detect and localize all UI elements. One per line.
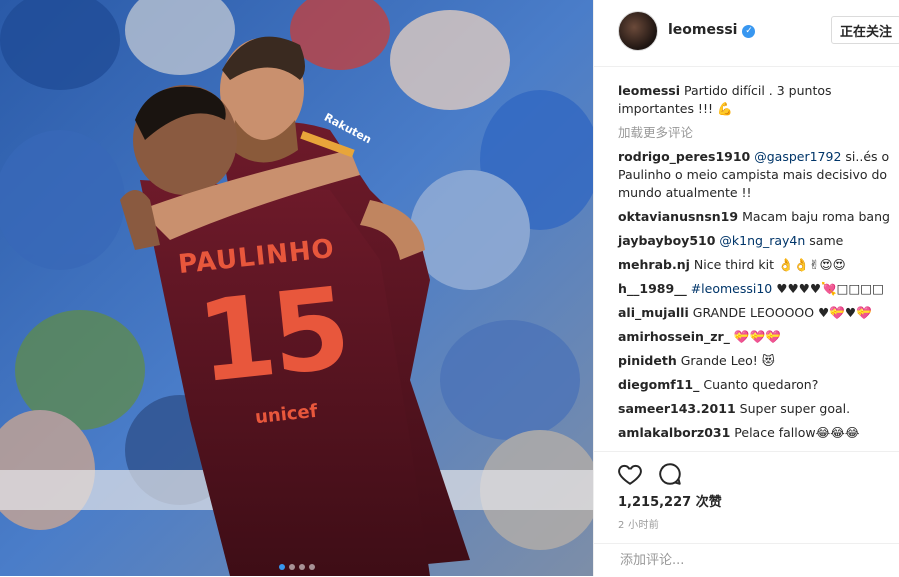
post-header: leomessi ✓ 正在关注	[594, 0, 899, 67]
comment-username[interactable]: h__1989__	[618, 281, 687, 296]
comment-row: ali_mujalli GRANDE LEOOOOO ♥💝♥💝	[618, 304, 890, 322]
header-username[interactable]: leomessi ✓	[668, 22, 756, 38]
comment-username[interactable]: ali_mujalli	[618, 305, 689, 320]
comment-row: mehrab.nj Nice third kit 👌👌✌😍😍	[618, 256, 890, 274]
comment-row: rodrigo_peres1910 @gasper1792 si..és o Pa…	[618, 148, 890, 202]
comment-row: sameer143.2011 Super super goal.	[618, 400, 890, 418]
like-count[interactable]: 1,215,227 次赞	[618, 491, 722, 510]
comment-text: Macam baju roma bang	[742, 209, 890, 224]
comment-username[interactable]: oktavianusnsn19	[618, 209, 738, 224]
comment-mention[interactable]: @gasper1792	[754, 149, 841, 164]
verified-badge-icon: ✓	[742, 25, 756, 38]
username-text[interactable]: leomessi	[668, 22, 737, 38]
avatar[interactable]	[618, 11, 658, 51]
carousel-dot[interactable]	[278, 564, 285, 570]
comment-row: pinideth Grande Leo! 😻	[618, 352, 890, 370]
comment-username[interactable]: mehrab.nj	[618, 257, 690, 272]
carousel-dot[interactable]	[288, 564, 295, 570]
comment-text: Cuanto quedaron?	[703, 377, 819, 392]
comment-text: Grande Leo! 😻	[680, 353, 775, 368]
comment-text: 💝💝💝	[733, 329, 781, 344]
caption-username[interactable]: leomessi	[618, 83, 680, 98]
comments-section: leomessi Partido difícil . 3 puntos impor…	[618, 82, 890, 448]
actions-bar	[594, 451, 899, 485]
timestamp[interactable]: 2 小时前	[618, 516, 659, 531]
post-panel: leomessi ✓ 正在关注 leomessi Partido difícil .…	[593, 0, 899, 576]
carousel-dot[interactable]	[308, 564, 315, 570]
caption: leomessi Partido difícil . 3 puntos impor…	[618, 82, 890, 118]
comment-username[interactable]: pinideth	[618, 353, 677, 368]
comment-username[interactable]: amlakalborz031	[618, 425, 730, 440]
post-photo[interactable]: PAULINHO 15 unicef Rakuten	[0, 0, 593, 576]
load-more-comments[interactable]: 加载更多评论	[618, 124, 890, 142]
add-comment-bar	[594, 543, 899, 577]
following-button[interactable]: 正在关注	[831, 16, 899, 44]
comment-username[interactable]: diegomf11_	[618, 377, 699, 392]
comment-text: Nice third kit 👌👌✌😍😍	[693, 257, 846, 272]
comment-text: same	[809, 233, 844, 248]
comment-username[interactable]: sameer143.2011	[618, 401, 736, 416]
comment-row: h__1989__ #leomessi10 ♥♥♥♥💘□□□□	[618, 280, 890, 298]
heart-icon[interactable]	[617, 461, 643, 487]
comment-row: amirhossein_zr_ 💝💝💝	[618, 328, 890, 346]
comment-mention[interactable]: #leomessi10	[691, 281, 773, 296]
jersey-number: 15	[191, 263, 353, 409]
comment-row: amlakalborz031 Pelace fallow😂😂😂	[618, 424, 890, 442]
comment-row: jaybayboy510 @k1ng_ray4n same	[618, 232, 890, 250]
comment-text: ♥♥♥♥💘□□□□	[776, 281, 884, 296]
comment-mention[interactable]: @k1ng_ray4n	[719, 233, 805, 248]
comment-username[interactable]: jaybayboy510	[618, 233, 715, 248]
comment-username[interactable]: amirhossein_zr_	[618, 329, 730, 344]
comment-list: rodrigo_peres1910 @gasper1792 si..és o Pa…	[618, 148, 890, 442]
add-comment-input[interactable]	[618, 552, 882, 569]
carousel-dot[interactable]	[298, 564, 305, 570]
comment-text: Super super goal.	[739, 401, 851, 416]
speech-bubble-icon[interactable]	[657, 461, 683, 487]
comment-text: GRANDE LEOOOOO ♥💝♥💝	[692, 305, 872, 320]
comment-row: diegomf11_ Cuanto quedaron?	[618, 376, 890, 394]
comment-text: Pelace fallow😂😂😂	[734, 425, 860, 440]
comment-username[interactable]: rodrigo_peres1910	[618, 149, 750, 164]
carousel-indicator	[0, 564, 593, 576]
comment-row: oktavianusnsn19 Macam baju roma bang	[618, 208, 890, 226]
